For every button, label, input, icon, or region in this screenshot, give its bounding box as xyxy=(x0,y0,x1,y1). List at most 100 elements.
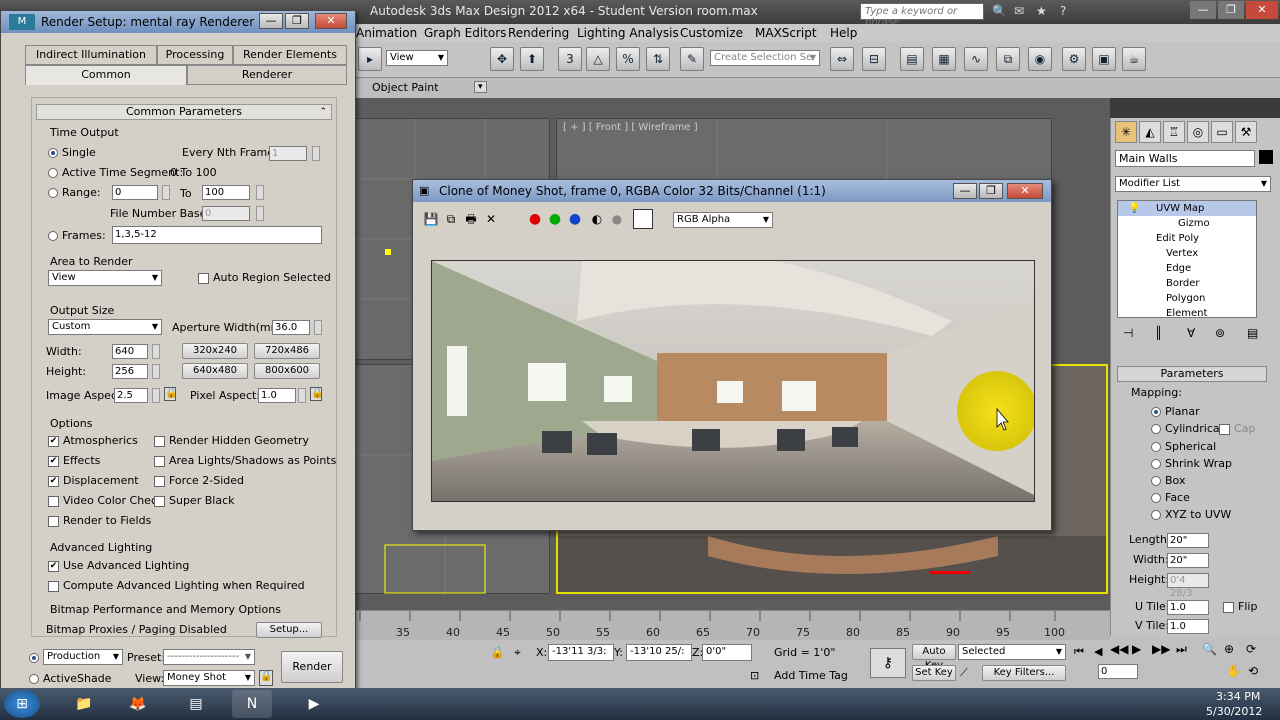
cap-checkbox[interactable]: Cap xyxy=(1219,422,1255,435)
image-aspect-spinner[interactable] xyxy=(152,388,160,403)
stack-item-edit-poly[interactable]: Edit Poly xyxy=(1156,231,1199,246)
close-icon[interactable]: ✕ xyxy=(1246,1,1278,19)
mapping-planar[interactable]: Planar xyxy=(1151,405,1200,418)
favorites-icon[interactable]: ★ xyxy=(1036,4,1047,18)
time-tag-icon[interactable]: ⊡ xyxy=(750,669,759,682)
auto-region-checkbox[interactable]: Auto Region Selected xyxy=(198,271,331,284)
channel-display-dropdown[interactable]: RGB Alpha xyxy=(673,212,773,228)
video-color-check-checkbox[interactable]: Video Color Check xyxy=(48,494,163,507)
rendered-frame-window-icon[interactable]: ▣ xyxy=(1092,47,1116,71)
maximize-icon[interactable]: ❐ xyxy=(285,13,309,29)
u-flip-checkbox[interactable]: Flip xyxy=(1223,600,1257,613)
menu-graph-editors[interactable]: Graph Editors xyxy=(424,26,506,40)
length-field[interactable]: 20" xyxy=(1167,533,1209,548)
curve-editor-icon[interactable]: ∿ xyxy=(964,47,988,71)
aperture-width-field[interactable]: 36.0 xyxy=(272,320,310,335)
height-spinner[interactable] xyxy=(152,364,160,379)
display-tab-icon[interactable]: ▭ xyxy=(1211,121,1233,143)
x-coordinate-field[interactable]: -13'11 3/3: xyxy=(548,644,614,661)
utilities-tab-icon[interactable]: ⚒ xyxy=(1235,121,1257,143)
render-hidden-geometry-checkbox[interactable]: Render Hidden Geometry xyxy=(154,434,309,447)
lock-aspect-icon[interactable]: 🔒 xyxy=(164,387,177,401)
area-lights-checkbox[interactable]: Area Lights/Shadows as Points xyxy=(154,454,336,467)
walk-through-icon[interactable]: ⟲ xyxy=(1248,664,1258,678)
hierarchy-tab-icon[interactable]: ♖ xyxy=(1163,121,1185,143)
color-swatch[interactable] xyxy=(633,209,653,229)
select-icon[interactable]: ▸ xyxy=(358,47,382,71)
clear-icon[interactable]: ✕ xyxy=(483,211,499,227)
mapping-shrink-wrap[interactable]: Shrink Wrap xyxy=(1151,457,1232,470)
stack-item-polygon[interactable]: Polygon xyxy=(1166,291,1205,306)
taskbar-firefox-icon[interactable]: 🦊 xyxy=(118,690,158,718)
render-mode-dropdown[interactable]: Production xyxy=(43,649,123,665)
force-2-sided-checkbox[interactable]: Force 2-Sided xyxy=(154,474,244,487)
mapping-xyz-to-uvw[interactable]: XYZ to UVW xyxy=(1151,508,1231,521)
mirror-icon[interactable]: ⇔ xyxy=(830,47,854,71)
width-field[interactable]: 20" xyxy=(1167,553,1209,568)
file-number-base-field[interactable]: 0 xyxy=(202,206,250,221)
compute-advanced-lighting-checkbox[interactable]: Compute Advanced Lighting when Required xyxy=(48,579,305,592)
search-input[interactable]: Type a keyword or phrase xyxy=(860,3,984,28)
mapping-cylindrical[interactable]: Cylindrical xyxy=(1151,422,1223,435)
render-button[interactable]: Render xyxy=(281,651,343,683)
tab-common[interactable]: Common xyxy=(25,65,187,85)
render-to-fields-checkbox[interactable]: Render to Fields xyxy=(48,514,151,527)
every-nth-spinner[interactable] xyxy=(312,146,320,161)
monochrome-icon[interactable]: ● xyxy=(609,211,625,227)
zoom-icon[interactable]: 🔍 xyxy=(1202,642,1217,656)
output-size-dropdown[interactable]: Custom xyxy=(48,319,162,335)
view-dropdown[interactable]: Money Shot xyxy=(163,670,255,686)
taskbar-explorer-icon[interactable]: 📁 xyxy=(64,690,104,718)
set-key-button[interactable]: Set Key xyxy=(912,665,956,681)
parameters-rollout-header[interactable]: Parameters xyxy=(1117,366,1267,382)
render-setup-titlebar[interactable]: M Render Setup: mental ray Renderer — ❐ … xyxy=(1,11,355,33)
menu-rendering[interactable]: Rendering xyxy=(508,26,569,40)
pin-stack-icon[interactable]: ⊣ xyxy=(1123,326,1133,340)
schematic-view-icon[interactable]: ⧉ xyxy=(996,47,1020,71)
key-selection-dropdown[interactable]: Selected xyxy=(958,644,1066,660)
y-coordinate-field[interactable]: -13'10 25/: xyxy=(626,644,692,661)
tab-indirect-illumination[interactable]: Indirect Illumination xyxy=(25,45,157,65)
menu-help[interactable]: Help xyxy=(830,26,857,40)
configure-sets-icon[interactable]: ▤ xyxy=(1247,326,1258,340)
blue-channel-icon[interactable]: ● xyxy=(567,211,583,227)
next-key-icon[interactable]: ▶▶ xyxy=(1152,642,1170,656)
production-radio[interactable] xyxy=(29,651,43,664)
reference-coord-dropdown[interactable]: View xyxy=(386,50,448,66)
print-icon[interactable]: 🖶 xyxy=(463,211,479,227)
common-parameters-rollout[interactable]: Common Parameters ⌃ xyxy=(36,104,332,120)
displacement-checkbox[interactable]: ✔ Displacement xyxy=(48,474,139,487)
help-icon[interactable]: ? xyxy=(1060,4,1066,18)
range-to-spinner[interactable] xyxy=(256,185,264,200)
collapse-icon[interactable]: ⌃ xyxy=(319,105,327,119)
modifier-stack[interactable]: UVW Map Gizmo Edit Poly Vertex Edge Bord… xyxy=(1117,200,1257,319)
select-manipulate-icon[interactable]: ⬆ xyxy=(520,47,544,71)
use-advanced-lighting-checkbox[interactable]: ✔ Use Advanced Lighting xyxy=(48,559,189,572)
minimize-icon[interactable]: — xyxy=(1190,1,1216,19)
current-frame-field[interactable]: 0 xyxy=(1098,664,1138,679)
communication-icon[interactable]: ✉ xyxy=(1014,4,1024,18)
key-mode-icon[interactable]: ⚷ xyxy=(870,648,906,678)
render-setup-icon[interactable]: ⚙ xyxy=(1062,47,1086,71)
object-name-field[interactable]: Main Walls xyxy=(1115,150,1255,167)
file-number-base-spinner[interactable] xyxy=(256,206,264,221)
previous-key-icon[interactable]: ◀◀ xyxy=(1110,642,1128,656)
snap-icon[interactable]: 3 xyxy=(558,47,582,71)
angle-snap-icon[interactable]: △ xyxy=(586,47,610,71)
menu-animation[interactable]: Animation xyxy=(356,26,417,40)
search-icon[interactable]: 🔍 xyxy=(992,4,1007,18)
bitmap-setup-button[interactable]: Setup... xyxy=(256,622,322,638)
v-tile-field[interactable]: 1.0 xyxy=(1167,619,1209,634)
close-icon[interactable]: ✕ xyxy=(315,13,347,29)
motion-tab-icon[interactable]: ◎ xyxy=(1187,121,1209,143)
frame-window-titlebar[interactable]: ▣ Clone of Money Shot, frame 0, RGBA Col… xyxy=(413,180,1051,202)
atmospherics-checkbox[interactable]: ✔ Atmospherics xyxy=(48,434,138,447)
minimize-icon[interactable]: — xyxy=(259,13,283,29)
width-field[interactable]: 640 xyxy=(112,344,148,359)
ribbon-menu-chevron-icon[interactable]: ▾ xyxy=(474,81,487,93)
frames-radio[interactable]: Frames: xyxy=(48,229,106,242)
orbit-icon[interactable]: ⟳ xyxy=(1246,642,1256,656)
go-to-end-icon[interactable]: ⏭ xyxy=(1176,642,1187,657)
edit-named-selection-icon[interactable]: ✎ xyxy=(680,47,704,71)
tab-renderer[interactable]: Renderer xyxy=(187,65,347,85)
